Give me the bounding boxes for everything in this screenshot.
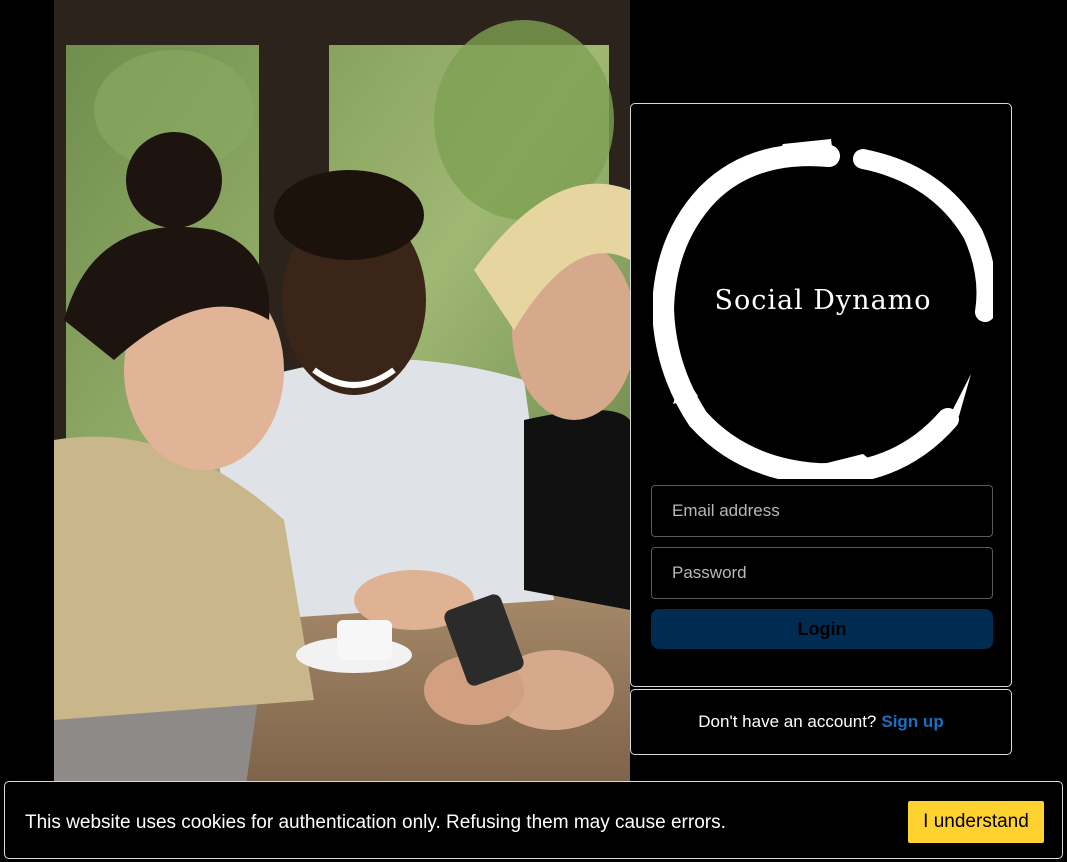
brand-name: Social Dynamo xyxy=(714,285,932,316)
signup-link[interactable]: Sign up xyxy=(881,712,943,732)
hero-photo xyxy=(54,0,630,800)
password-field[interactable] xyxy=(651,547,993,599)
email-field[interactable] xyxy=(651,485,993,537)
brand-logo: Social Dynamo xyxy=(651,134,997,486)
cookie-message: This website uses cookies for authentica… xyxy=(25,812,726,833)
cookie-accept-button[interactable]: I understand xyxy=(908,801,1044,843)
signup-card: Don't have an account? Sign up xyxy=(630,689,1012,755)
login-page: Social Dynamo Login Don't have an accoun… xyxy=(0,0,1067,862)
cookie-banner: This website uses cookies for authentica… xyxy=(4,781,1063,859)
signup-prompt: Don't have an account? xyxy=(698,712,877,731)
login-button[interactable]: Login xyxy=(651,609,993,649)
login-card: Social Dynamo Login xyxy=(630,103,1012,687)
